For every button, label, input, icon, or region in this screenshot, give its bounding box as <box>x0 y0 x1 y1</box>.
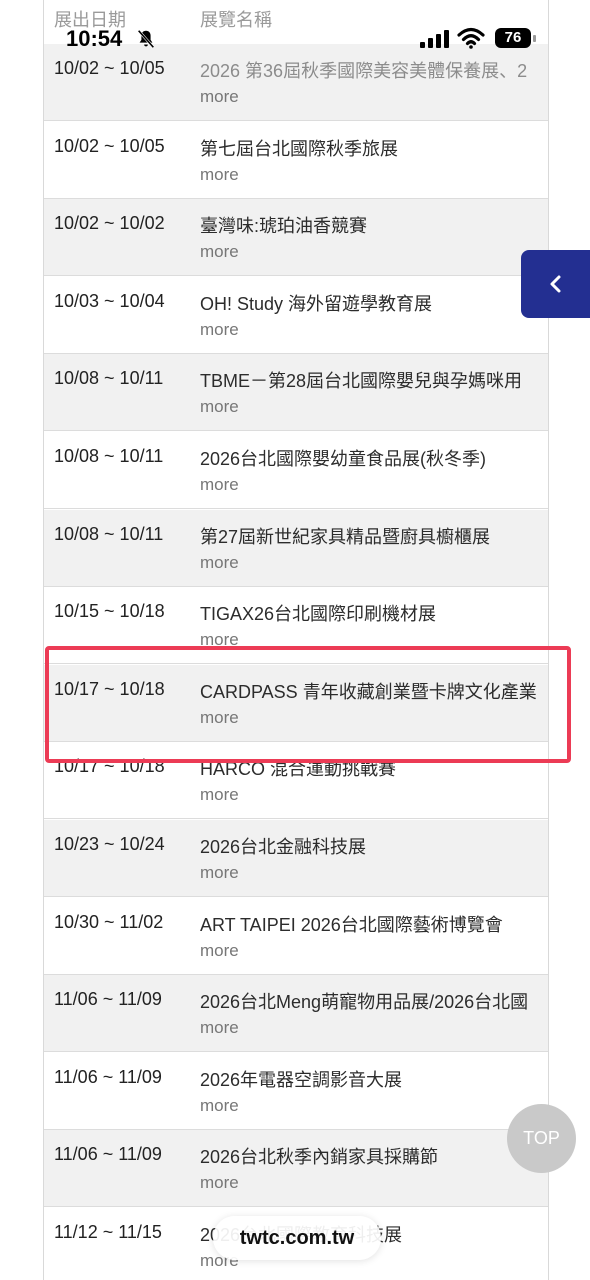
row-date: 11/06 ~ 11/09 <box>54 1144 162 1165</box>
table-row[interactable]: 10/02 ~ 10/05 2026 第36屆秋季國際美容美體保養展、2 more <box>44 44 548 121</box>
table-row[interactable]: 10/08 ~ 10/11 2026台北國際嬰幼童食品展(秋冬季) more <box>44 432 548 509</box>
scroll-to-top-button[interactable]: TOP <box>507 1104 576 1173</box>
row-exhibition-name[interactable]: 第27屆新世紀家具精品暨廚具櫥櫃展 <box>200 523 490 549</box>
table-row[interactable]: 10/03 ~ 10/04 OH! Study 海外留遊學教育展 more <box>44 277 548 354</box>
table-row[interactable]: 10/02 ~ 10/05 第七屆台北國際秋季旅展 more <box>44 122 548 199</box>
row-exhibition-name[interactable]: 2026台北秋季內銷家具採購節 <box>200 1143 438 1169</box>
row-date: 10/03 ~ 10/04 <box>54 290 165 311</box>
row-date: 11/12 ~ 11/15 <box>54 1222 162 1242</box>
row-exhibition-name[interactable]: 2026台北Meng萌寵物用品展/2026台北國 <box>200 988 528 1014</box>
row-date: 10/30 ~ 11/02 <box>54 911 164 932</box>
row-date: 10/23 ~ 10/24 <box>54 834 165 854</box>
row-more-link[interactable]: more <box>200 1173 239 1193</box>
table-row[interactable]: 10/30 ~ 11/02 ART TAIPEI 2026台北國際藝術博覽會 mor… <box>44 898 548 975</box>
row-more-link[interactable]: more <box>200 320 239 340</box>
row-exhibition-name[interactable]: 2026台北金融科技展 <box>200 833 366 859</box>
table-row[interactable]: 11/06 ~ 11/09 2026台北Meng萌寵物用品展/2026台北國 mor… <box>44 975 548 1053</box>
row-date: 11/06 ~ 11/09 <box>54 1066 162 1087</box>
table-row[interactable]: 10/23 ~ 10/24 2026台北金融科技展 more <box>44 820 548 897</box>
chevron-left-icon <box>550 275 560 293</box>
collapse-sidebar-button[interactable] <box>521 250 590 318</box>
row-more-link[interactable]: more <box>200 863 239 883</box>
table-row[interactable]: 10/08 ~ 10/11 TBME－第28屆台北國際嬰兒與孕媽咪用 more <box>44 354 548 432</box>
row-date: 10/08 ~ 10/11 <box>54 368 164 389</box>
row-date: 10/08 ~ 10/11 <box>54 523 164 544</box>
table-row[interactable]: 10/08 ~ 10/11 第27屆新世紀家具精品暨廚具櫥櫃展 more <box>44 509 548 587</box>
row-more-link[interactable]: more <box>200 785 239 805</box>
row-date: 10/02 ~ 10/05 <box>54 58 165 78</box>
row-more-link[interactable]: more <box>200 87 239 107</box>
row-exhibition-name[interactable]: 2026 第36屆秋季國際美容美體保養展、2 <box>200 57 527 83</box>
row-exhibition-name[interactable]: 2026年電器空調影音大展 <box>200 1066 402 1092</box>
name-column-header: 展覽名稱 <box>200 10 272 30</box>
row-date: 10/02 ~ 10/02 <box>54 213 165 234</box>
row-more-link[interactable]: more <box>200 941 239 961</box>
row-date: 11/06 ~ 11/09 <box>54 989 162 1010</box>
row-exhibition-name[interactable]: TBME－第28屆台北國際嬰兒與孕媽咪用 <box>200 367 522 393</box>
row-more-link[interactable]: more <box>200 1018 239 1038</box>
row-more-link[interactable]: more <box>200 165 239 185</box>
url-bar[interactable]: twtc.com.tw <box>213 1216 381 1260</box>
row-more-link[interactable]: more <box>200 1096 239 1116</box>
table-row[interactable]: 10/02 ~ 10/02 臺灣味:琥珀油香競賽 more <box>44 199 548 277</box>
table-row[interactable]: 11/06 ~ 11/09 2026年電器空調影音大展 more <box>44 1053 548 1130</box>
row-exhibition-name[interactable]: ART TAIPEI 2026台北國際藝術博覽會 <box>200 911 503 937</box>
exhibition-table: 展出日期 展覽名稱 10/02 ~ 10/05 2026 第36屆秋季國際美容美體… <box>43 0 549 1280</box>
row-more-link[interactable]: more <box>200 475 239 495</box>
row-date: 10/02 ~ 10/05 <box>54 135 165 156</box>
row-date: 10/08 ~ 10/11 <box>54 446 164 466</box>
row-date: 10/15 ~ 10/18 <box>54 601 165 622</box>
row-more-link[interactable]: more <box>200 397 239 417</box>
row-exhibition-name[interactable]: TIGAX26台北國際印刷機材展 <box>200 600 436 626</box>
table-row[interactable]: 11/06 ~ 11/09 2026台北秋季內銷家具採購節 more <box>44 1130 548 1208</box>
row-exhibition-name[interactable]: 臺灣味:琥珀油香競賽 <box>200 212 367 238</box>
date-column-header: 展出日期 <box>54 10 126 30</box>
row-exhibition-name[interactable]: OH! Study 海外留遊學教育展 <box>200 290 432 316</box>
highlight-annotation-box <box>45 646 571 763</box>
row-exhibition-name[interactable]: 2026台北國際嬰幼童食品展(秋冬季) <box>200 445 486 471</box>
row-more-link[interactable]: more <box>200 553 239 573</box>
row-more-link[interactable]: more <box>200 242 239 262</box>
row-exhibition-name[interactable]: 第七屆台北國際秋季旅展 <box>200 135 398 161</box>
table-header: 展出日期 展覽名稱 <box>44 0 548 44</box>
